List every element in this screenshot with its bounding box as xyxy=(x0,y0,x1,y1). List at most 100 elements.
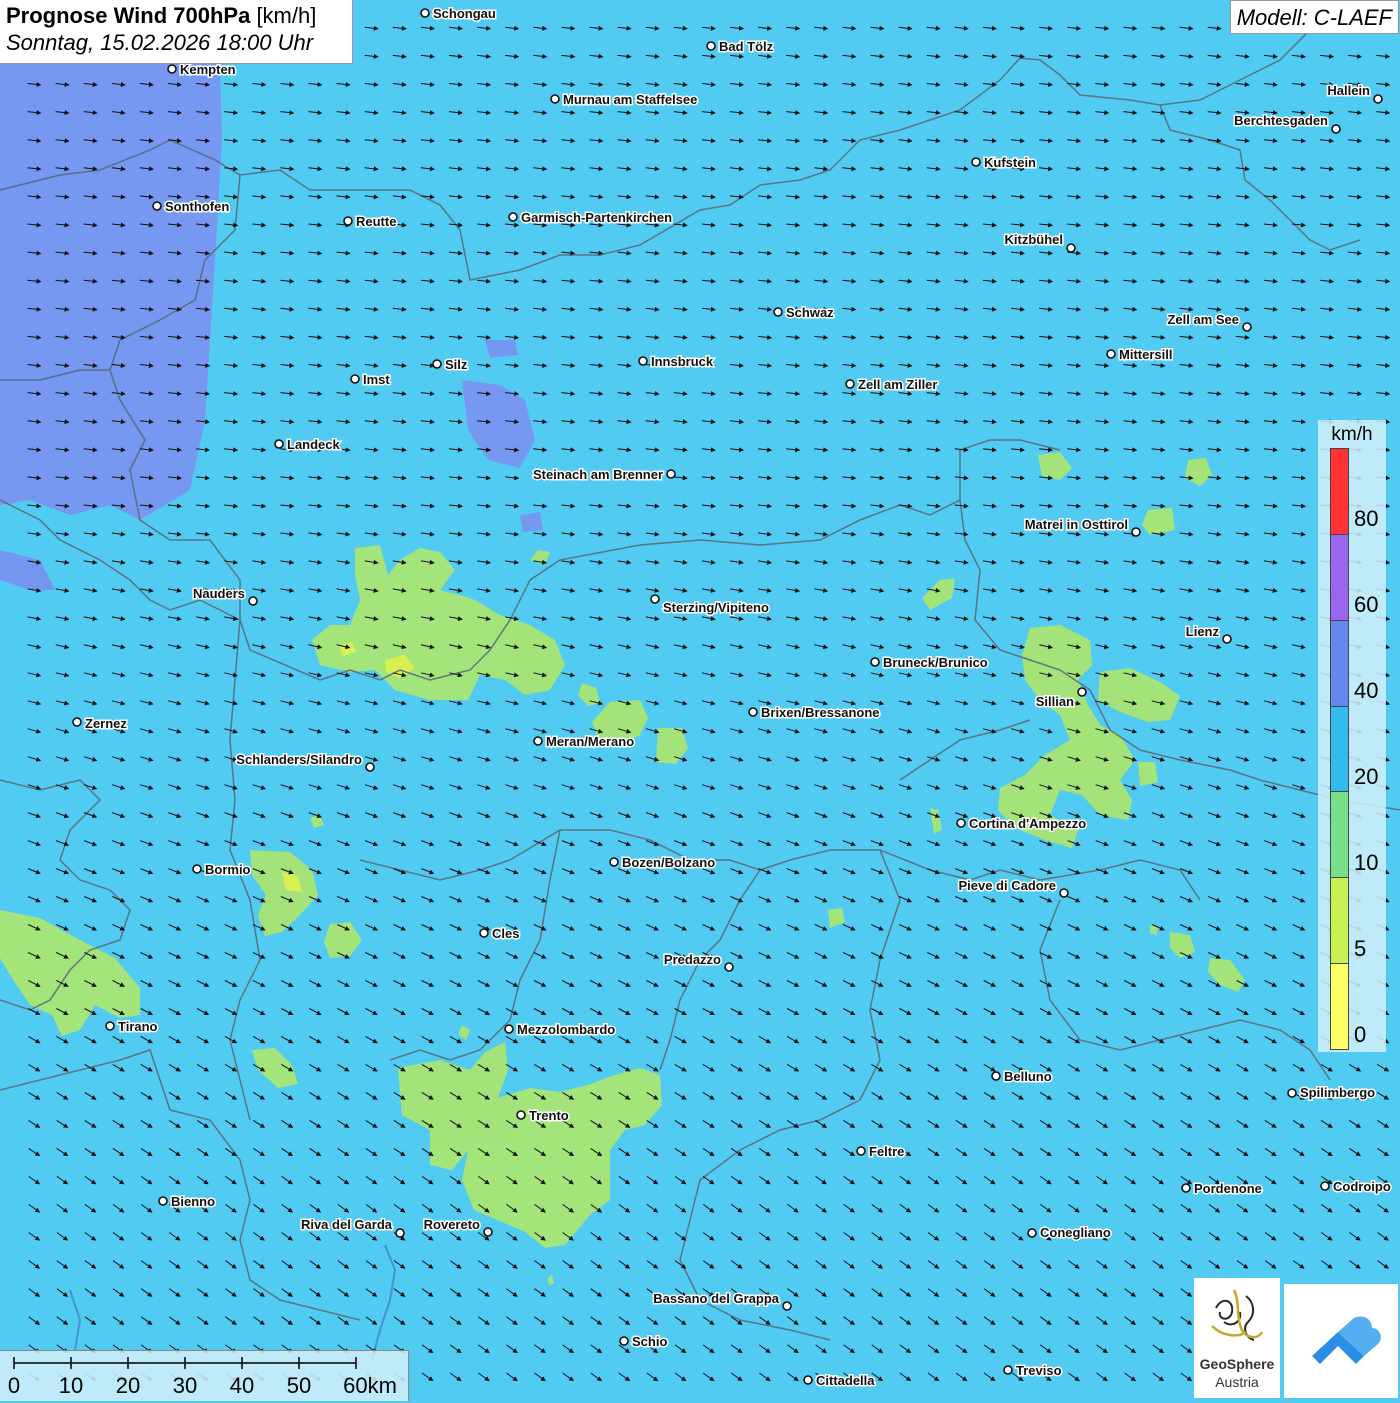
city-dot xyxy=(517,1111,525,1119)
city-marker[interactable]: Garmisch-Partenkirchen xyxy=(509,210,672,225)
scale-label-20: 20 xyxy=(116,1373,140,1399)
city-marker[interactable]: Cortina d'Ampezzo xyxy=(957,816,1086,831)
city-label: Trento xyxy=(529,1108,569,1123)
legend-segment-40-60 xyxy=(1331,621,1348,707)
scale-label-60km: 60km xyxy=(343,1373,397,1399)
city-marker[interactable]: Conegliano xyxy=(1028,1225,1111,1240)
scale-label-0: 0 xyxy=(8,1373,20,1399)
scale-ticks xyxy=(0,1351,408,1373)
city-label: Treviso xyxy=(1016,1363,1062,1378)
city-dot xyxy=(1078,688,1086,696)
city-label: Landeck xyxy=(287,437,341,452)
city-dot xyxy=(1028,1229,1036,1237)
city-dot xyxy=(484,1228,492,1236)
city-dot xyxy=(1288,1089,1296,1097)
city-dot xyxy=(1223,635,1231,643)
city-label: Silz xyxy=(445,357,468,372)
city-marker[interactable]: Meran/Merano xyxy=(534,734,634,749)
weather-app-logo[interactable] xyxy=(1284,1284,1398,1398)
geosphere-logo[interactable]: GeoSphere Austria xyxy=(1194,1278,1280,1398)
city-label: Zell am Ziller xyxy=(858,377,937,392)
city-dot xyxy=(275,440,283,448)
city-marker[interactable]: Steinach am Brenner xyxy=(533,467,675,482)
city-dot xyxy=(159,1197,167,1205)
weather-app-icon xyxy=(1284,1284,1398,1398)
city-dot xyxy=(168,65,176,73)
city-label: Kempten xyxy=(180,62,236,77)
scale-label-40: 40 xyxy=(230,1373,254,1399)
city-label: Berchtesgaden xyxy=(1234,113,1328,128)
legend-bar xyxy=(1330,448,1349,1050)
logo-name: GeoSphere xyxy=(1194,1356,1280,1372)
city-marker[interactable]: Sonthofen xyxy=(153,199,229,214)
title-panel: Prognose Wind 700hPa [km/h] Sonntag, 15.… xyxy=(0,0,353,64)
city-label: Bad Tölz xyxy=(719,39,774,54)
forecast-datetime: Sonntag, 15.02.2026 18:00 Uhr xyxy=(6,30,346,56)
city-dot xyxy=(249,597,257,605)
city-label: Sillian xyxy=(1036,694,1074,709)
city-label: Mittersill xyxy=(1119,347,1172,362)
city-dot xyxy=(396,1229,404,1237)
city-marker[interactable]: Schongau xyxy=(421,6,496,21)
legend-segment-10-20 xyxy=(1331,792,1348,878)
city-dot xyxy=(1182,1184,1190,1192)
city-dot xyxy=(1107,350,1115,358)
city-label: Bozen/Bolzano xyxy=(622,855,715,870)
city-label: Bienno xyxy=(171,1194,215,1209)
city-marker[interactable]: Zell am Ziller xyxy=(846,377,937,392)
city-label: Cortina d'Ampezzo xyxy=(969,816,1086,831)
city-dot xyxy=(774,308,782,316)
city-dot xyxy=(804,1376,812,1384)
city-label: Belluno xyxy=(1004,1069,1052,1084)
city-label: Mezzolombardo xyxy=(517,1022,615,1037)
legend-tick-80: 80 xyxy=(1354,506,1378,532)
city-label: Tirano xyxy=(118,1019,158,1034)
city-dot xyxy=(857,1147,865,1155)
city-dot xyxy=(421,9,429,17)
city-dot xyxy=(366,763,374,771)
legend-segment-5-10 xyxy=(1331,878,1348,964)
city-dot xyxy=(610,858,618,866)
title-text: Prognose Wind 700hPa xyxy=(6,3,250,28)
city-label: Bormio xyxy=(205,862,251,877)
model-label: Modell: C-LAEF xyxy=(1230,0,1399,34)
city-marker[interactable]: Spilimbergo xyxy=(1288,1085,1375,1100)
city-dot xyxy=(153,202,161,210)
city-dot xyxy=(620,1337,628,1345)
city-dot xyxy=(480,929,488,937)
city-dot xyxy=(846,380,854,388)
city-label: Bruneck/Brunico xyxy=(883,655,988,670)
city-marker[interactable]: Bruneck/Brunico xyxy=(871,655,988,670)
city-marker[interactable]: Brixen/Bressanone xyxy=(749,705,880,720)
city-label: Meran/Merano xyxy=(546,734,634,749)
city-dot xyxy=(783,1302,791,1310)
scale-label-10: 10 xyxy=(59,1373,83,1399)
city-label: Innsbruck xyxy=(651,354,714,369)
geosphere-logo-icon xyxy=(1194,1278,1280,1356)
legend-tick-20: 20 xyxy=(1354,764,1378,790)
city-marker[interactable]: Murnau am Staffelsee xyxy=(551,92,697,107)
legend-tick-60: 60 xyxy=(1354,592,1378,618)
city-marker[interactable]: Mezzolombardo xyxy=(505,1022,615,1037)
logo-sub: Austria xyxy=(1194,1374,1280,1390)
legend-segment-60-80 xyxy=(1331,535,1348,621)
city-dot xyxy=(957,819,965,827)
city-label: Zell am See xyxy=(1167,312,1239,327)
city-label: Schio xyxy=(632,1334,667,1349)
scale-label-50: 50 xyxy=(287,1373,311,1399)
city-dot xyxy=(509,213,517,221)
legend-tick-10: 10 xyxy=(1354,850,1378,876)
wind-map[interactable]: Schongau Bad Tölz Kempten Murnau am Staffel… xyxy=(0,0,1400,1400)
city-marker[interactable]: Bozen/Bolzano xyxy=(610,855,715,870)
city-dot xyxy=(193,865,201,873)
city-label: Sterzing/Vipiteno xyxy=(663,600,769,615)
city-marker[interactable]: Pordenone xyxy=(1182,1181,1262,1196)
city-label: Predazzo xyxy=(664,952,721,967)
city-dot xyxy=(1004,1366,1012,1374)
city-label: Riva del Garda xyxy=(301,1217,393,1232)
city-dot xyxy=(1132,528,1140,536)
city-label: Imst xyxy=(363,372,390,387)
city-marker[interactable]: Innsbruck xyxy=(639,354,714,369)
city-label: Pordenone xyxy=(1194,1181,1262,1196)
scale-label-30: 30 xyxy=(173,1373,197,1399)
